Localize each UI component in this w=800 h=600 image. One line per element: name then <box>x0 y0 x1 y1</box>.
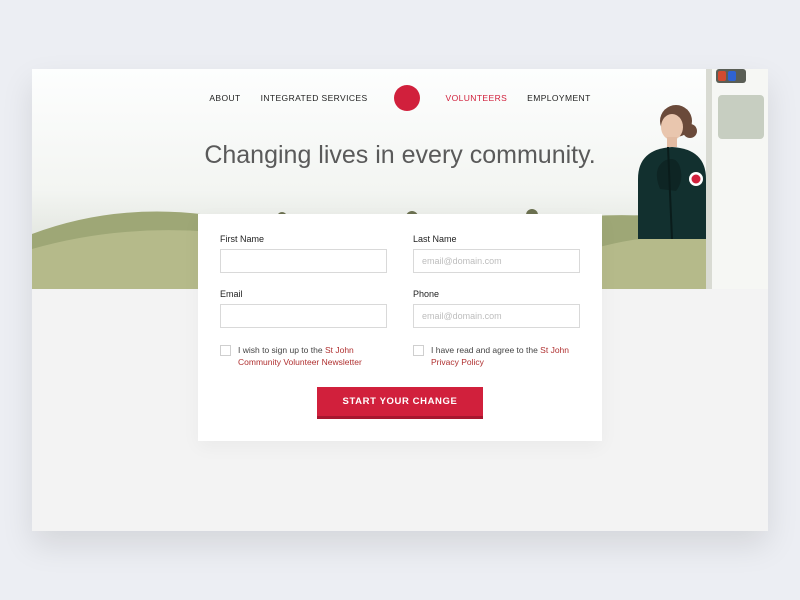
submit-button[interactable]: START YOUR CHANGE <box>317 387 484 419</box>
signup-form: First Name Last Name Email Phone I <box>198 214 602 441</box>
privacy-check: I have read and agree to the St John Pri… <box>413 344 580 369</box>
phone-input[interactable] <box>413 304 580 328</box>
logo-icon[interactable] <box>394 85 420 111</box>
nav-volunteers[interactable]: VOLUNTEERS <box>446 93 508 103</box>
newsletter-text: I wish to sign up to the St John Communi… <box>238 344 387 369</box>
first-name-field: First Name <box>220 234 387 273</box>
newsletter-check: I wish to sign up to the St John Communi… <box>220 344 387 369</box>
last-name-field: Last Name <box>413 234 580 273</box>
nav-about[interactable]: ABOUT <box>209 93 240 103</box>
email-field: Email <box>220 289 387 328</box>
page-headline: Changing lives in every community. <box>32 141 768 170</box>
last-name-label: Last Name <box>413 234 580 244</box>
email-input[interactable] <box>220 304 387 328</box>
email-label: Email <box>220 289 387 299</box>
nav-integrated-services[interactable]: INTEGRATED SERVICES <box>261 93 368 103</box>
privacy-checkbox[interactable] <box>413 345 424 356</box>
newsletter-checkbox[interactable] <box>220 345 231 356</box>
page: ABOUT INTEGRATED SERVICES VOLUNTEERS EMP… <box>32 69 768 531</box>
privacy-lead: I have read and agree to the <box>431 345 540 355</box>
privacy-text: I have read and agree to the St John Pri… <box>431 344 580 369</box>
main-nav: ABOUT INTEGRATED SERVICES VOLUNTEERS EMP… <box>32 69 768 111</box>
first-name-label: First Name <box>220 234 387 244</box>
last-name-input[interactable] <box>413 249 580 273</box>
nav-employment[interactable]: EMPLOYMENT <box>527 93 591 103</box>
first-name-input[interactable] <box>220 249 387 273</box>
phone-label: Phone <box>413 289 580 299</box>
newsletter-lead: I wish to sign up to the <box>238 345 325 355</box>
phone-field: Phone <box>413 289 580 328</box>
